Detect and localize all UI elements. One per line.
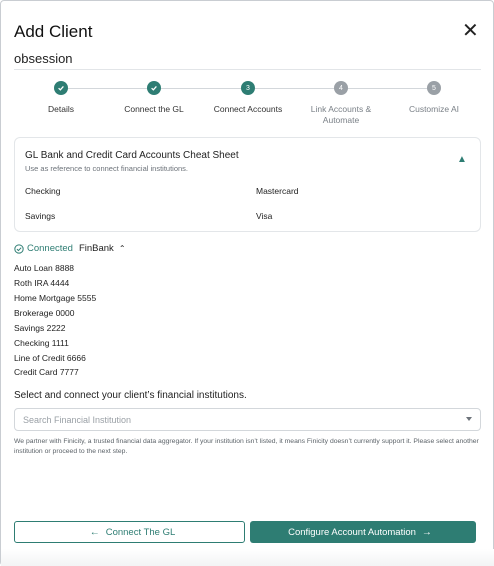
- step-label: Connect the GL: [124, 104, 184, 114]
- connected-label: Connected: [27, 243, 73, 254]
- account-item: Checking 1111: [14, 338, 69, 348]
- check-icon: [54, 81, 68, 95]
- arrow-right-icon: →: [421, 526, 432, 538]
- step-number: 4: [334, 81, 348, 95]
- account-item: Credit Card 7777: [14, 367, 79, 377]
- bank-name: FinBank: [78, 243, 114, 254]
- cheat-sheet-item: Visa: [256, 211, 273, 221]
- account-item: Home Mortgage 5555: [14, 293, 97, 303]
- step-label: Customize AI: [408, 104, 460, 114]
- step-customize-ai: 5 Customize AI: [384, 81, 484, 115]
- search-placeholder: Search Financial Institution: [23, 414, 132, 425]
- step-details: Details: [11, 81, 111, 115]
- chevron-up-icon[interactable]: ⌃: [119, 244, 126, 253]
- institution-select-label: Select and connect your client’s financi…: [14, 390, 247, 401]
- step-label: Connect Accounts: [213, 104, 283, 114]
- arrow-left-icon: ←: [89, 526, 100, 538]
- configure-automation-button[interactable]: Configure Account Automation →: [250, 521, 476, 543]
- step-connect-gl: Connect the GL: [104, 81, 204, 115]
- close-icon[interactable]: ✕: [462, 21, 479, 41]
- connection-status: Connected FinBank ⌃: [14, 243, 126, 254]
- step-label: Link Accounts & Automate: [310, 104, 372, 125]
- institution-search-input[interactable]: Search Financial Institution: [14, 408, 481, 431]
- step-label: Details: [48, 104, 74, 114]
- cheat-sheet-subtitle: Use as reference to connect financial in…: [25, 164, 189, 173]
- connect-gl-back-button[interactable]: ← Connect The GL: [14, 521, 245, 543]
- client-name: obsession: [14, 51, 73, 66]
- step-link-automate: 4 Link Accounts & Automate: [291, 81, 391, 126]
- account-item: Line of Credit 6666: [14, 353, 86, 363]
- cheat-sheet-item: Mastercard: [256, 186, 299, 196]
- connected-badge: Connected: [14, 243, 73, 254]
- add-client-modal: Add Client ✕ obsession Details Connect t…: [0, 0, 494, 566]
- modal-title: Add Client: [14, 22, 93, 41]
- step-connect-accounts: 3 Connect Accounts: [198, 81, 298, 115]
- account-item: Auto Loan 8888: [14, 263, 75, 273]
- back-button-label: Connect The GL: [105, 526, 176, 538]
- step-number: 5: [427, 81, 441, 95]
- footer-shade: [1, 549, 494, 566]
- cheat-sheet-item: Checking: [25, 186, 61, 196]
- chevron-up-icon[interactable]: ▲: [457, 154, 467, 165]
- step-number: 3: [241, 81, 255, 95]
- account-item: Brokerage 0000: [14, 308, 75, 318]
- check-circle-icon: [14, 243, 24, 254]
- check-icon: [147, 81, 161, 95]
- cheat-sheet-title: GL Bank and Credit Card Accounts Cheat S…: [25, 150, 239, 161]
- dropdown-arrow-icon[interactable]: [466, 417, 472, 421]
- cheat-sheet-item: Savings: [25, 211, 56, 221]
- finicity-note: We partner with Finicity, a trusted fina…: [14, 438, 479, 455]
- cheat-sheet-panel: GL Bank and Credit Card Accounts Cheat S…: [14, 137, 481, 232]
- next-button-label: Configure Account Automation: [288, 526, 416, 538]
- account-item: Roth IRA 4444: [14, 278, 70, 288]
- account-item: Savings 2222: [14, 323, 66, 333]
- header-divider: [14, 69, 481, 70]
